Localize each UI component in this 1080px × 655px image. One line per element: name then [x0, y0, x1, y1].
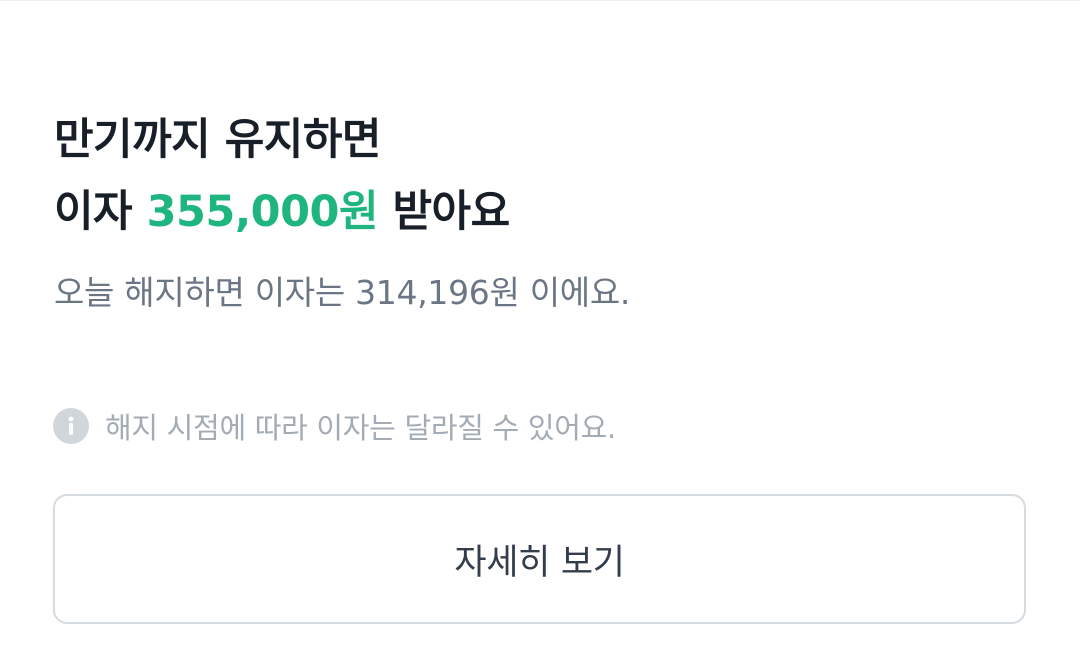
headline: 만기까지 유지하면 이자 355,000원 받아요: [54, 104, 510, 248]
maturity-interest-amount: 355,000원: [146, 187, 379, 237]
view-details-label: 자세히 보기: [454, 542, 625, 583]
view-details-button[interactable]: 자세히 보기: [53, 494, 1026, 624]
headline-line-2: 이자 355,000원 받아요: [54, 176, 510, 248]
headline-suffix: 받아요: [378, 187, 510, 237]
notice-text: 해지 시점에 따라 이자는 달라질 수 있어요.: [105, 411, 616, 445]
headline-line-1: 만기까지 유지하면: [54, 115, 381, 165]
top-divider: [0, 0, 1080, 1]
info-icon: [53, 408, 89, 444]
info-icon-glyph: [68, 416, 74, 435]
headline-prefix: 이자: [54, 187, 147, 237]
interest-notice: 해지 시점에 따라 이자는 달라질 수 있어요.: [53, 406, 616, 446]
early-termination-interest-text: 오늘 해지하면 이자는 314,196원 이에요.: [54, 273, 631, 312]
interest-summary-screen: 만기까지 유지하면 이자 355,000원 받아요 오늘 해지하면 이자는 31…: [0, 0, 1080, 655]
